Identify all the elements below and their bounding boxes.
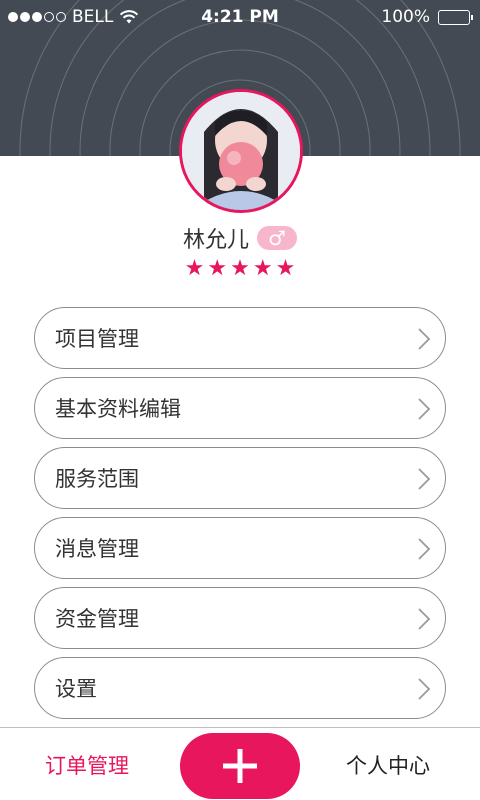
- star-icon: ★: [184, 256, 205, 281]
- chevron-right-icon: [418, 538, 431, 560]
- chevron-right-icon: [418, 678, 431, 700]
- chevron-right-icon: [418, 468, 431, 490]
- menu-item[interactable]: 项目管理: [34, 307, 446, 369]
- battery-percent: 100%: [381, 7, 430, 27]
- add-button[interactable]: [180, 733, 300, 799]
- star-icon: ★: [207, 256, 228, 281]
- gender-male-icon: ♂: [257, 226, 297, 250]
- menu-item[interactable]: 资金管理: [34, 587, 446, 649]
- chevron-right-icon: [418, 398, 431, 420]
- menu-item-label: 消息管理: [55, 537, 139, 561]
- tab-order-management[interactable]: 订单管理: [45, 750, 129, 780]
- menu-item[interactable]: 设置: [34, 657, 446, 719]
- star-icon: ★: [252, 256, 273, 281]
- username: 林允儿: [182, 228, 249, 253]
- battery-icon: [438, 9, 473, 25]
- bottom-nav: 订单管理 个人中心: [0, 727, 480, 800]
- star-icon: ★: [275, 256, 296, 281]
- tab-personal-center[interactable]: 个人中心: [346, 750, 430, 780]
- menu-item-label: 资金管理: [55, 607, 139, 631]
- menu-item[interactable]: 服务范围: [34, 447, 446, 509]
- chevron-right-icon: [418, 608, 431, 630]
- menu-item[interactable]: 基本资料编辑: [34, 377, 446, 439]
- profile-name-row: 林允儿 ♂: [0, 222, 480, 254]
- plus-icon: [223, 749, 257, 783]
- avatar[interactable]: [179, 89, 303, 213]
- status-right: 100%: [381, 7, 473, 27]
- menu-item-label: 服务范围: [55, 467, 139, 491]
- menu-item-label: 设置: [55, 677, 97, 701]
- rating-stars: ★ ★ ★ ★ ★: [0, 256, 480, 281]
- status-bar: BELL 4:21 PM 100%: [0, 0, 480, 34]
- star-icon: ★: [230, 256, 250, 281]
- chevron-right-icon: [418, 328, 431, 350]
- avatar-photo: [182, 92, 300, 210]
- menu-item[interactable]: 消息管理: [34, 517, 446, 579]
- menu-item-label: 基本资料编辑: [55, 397, 181, 421]
- profile-menu: 项目管理基本资料编辑 服务范围消息管理资金管理设置: [34, 307, 446, 727]
- menu-item-label: 项目管理: [55, 327, 139, 351]
